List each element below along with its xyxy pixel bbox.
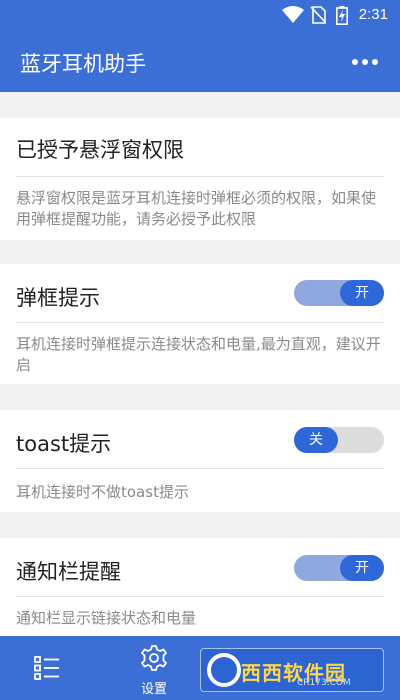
divider	[16, 322, 384, 323]
card-description: 通知栏显示链接状态和电量	[16, 609, 197, 627]
divider	[16, 468, 384, 469]
card-title: 弹框提示	[16, 286, 100, 310]
toggle-knob: 开	[340, 280, 384, 306]
card-description: 悬浮窗权限是蓝牙耳机连接时弹框必须的权限，如果使用弹框提醒功能，请务必授予此权限	[16, 189, 377, 228]
card-title: toast提示	[16, 432, 112, 456]
dialog-prompt-toggle[interactable]: 开	[294, 280, 384, 306]
wifi-icon	[282, 6, 304, 23]
more-options-button[interactable]	[352, 58, 378, 66]
dialog-prompt-card: 弹框提示 开 耳机连接时弹框提示连接状态和电量,最为直观，建议开启	[0, 264, 400, 384]
nav-list-button[interactable]	[22, 636, 72, 700]
battery-charging-icon	[336, 6, 348, 25]
no-sim-icon	[310, 6, 326, 24]
watermark-logo: 西西软件园 CR173.COM	[200, 648, 384, 692]
divider	[16, 176, 384, 177]
more-dot-icon	[372, 59, 378, 65]
settings-gear-icon	[141, 645, 167, 671]
card-title: 通知栏提醒	[16, 560, 121, 584]
nav-settings-button[interactable]: 设置	[126, 636, 182, 700]
card-description: 耳机连接时不做toast提示	[16, 483, 189, 501]
status-time: 2:31	[358, 6, 388, 23]
app-title: 蓝牙耳机助手	[20, 52, 146, 76]
toggle-knob: 关	[294, 427, 338, 453]
divider	[16, 596, 384, 597]
card-title: 已授予悬浮窗权限	[16, 138, 184, 162]
status-bar: 2:31	[0, 0, 400, 30]
app-bar: 蓝牙耳机助手	[0, 30, 400, 92]
overlay-permission-card[interactable]: 已授予悬浮窗权限 悬浮窗权限是蓝牙耳机连接时弹框必须的权限，如果使用弹框提醒功能…	[0, 118, 400, 240]
toast-prompt-toggle[interactable]: 关	[294, 427, 384, 453]
watermark-subtext: CR173.COM	[297, 678, 351, 688]
more-dot-icon	[352, 59, 358, 65]
card-description: 耳机连接时弹框提示连接状态和电量,最为直观，建议开启	[16, 335, 381, 374]
watermark-c-icon	[207, 653, 241, 687]
toggle-knob: 开	[340, 555, 384, 581]
nav-settings-label: 设置	[140, 682, 167, 697]
more-dot-icon	[362, 59, 368, 65]
list-icon	[34, 656, 59, 680]
notification-bar-card: 通知栏提醒 开 通知栏显示链接状态和电量	[0, 538, 400, 638]
toast-prompt-card: toast提示 关 耳机连接时不做toast提示	[0, 410, 400, 512]
notification-bar-toggle[interactable]: 开	[294, 555, 384, 581]
